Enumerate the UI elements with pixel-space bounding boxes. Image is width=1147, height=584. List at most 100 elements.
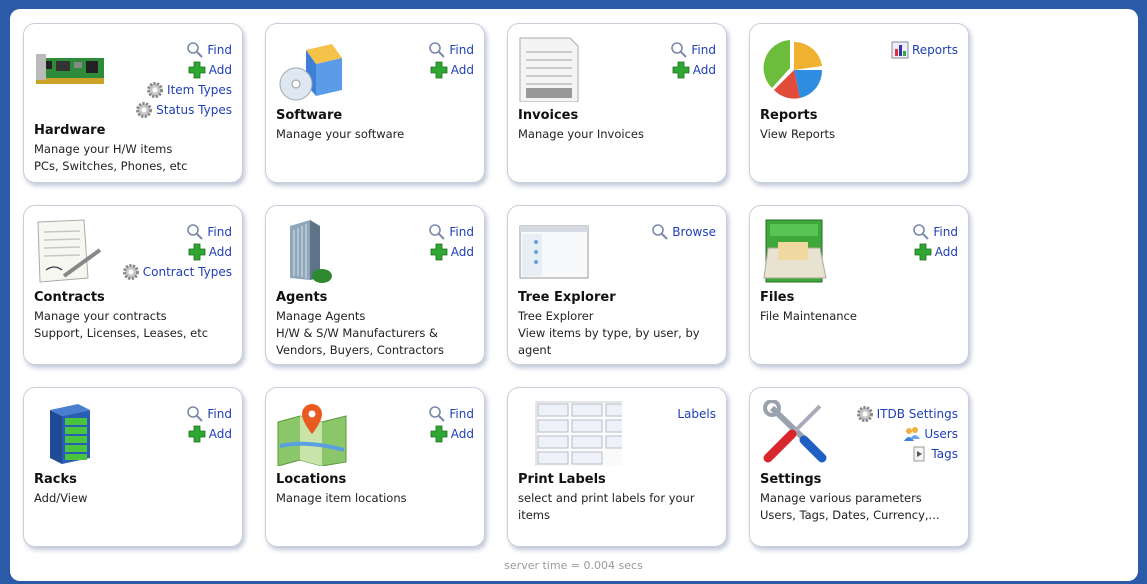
files-find-link[interactable]: Find — [912, 222, 958, 242]
add-label: Add — [692, 63, 716, 77]
card-description: View Reports — [760, 127, 836, 141]
software-find-link[interactable]: Find — [428, 40, 474, 60]
find-label: Find — [449, 225, 474, 239]
contract-document-icon[interactable] — [34, 218, 106, 284]
find-label: Find — [691, 43, 716, 57]
card-title[interactable]: Locations — [276, 472, 346, 487]
reports-link[interactable]: Reports — [891, 40, 958, 60]
tree-window-icon[interactable] — [518, 218, 590, 284]
magnifier-icon — [671, 42, 688, 58]
add-label: Add — [450, 427, 474, 441]
card-title[interactable]: Hardware — [34, 123, 105, 138]
contract-types-link[interactable]: Contract Types — [122, 262, 232, 282]
add-label: Add — [208, 245, 232, 259]
labels-link[interactable]: Labels — [677, 404, 716, 424]
find-label: Find — [207, 225, 232, 239]
magnifier-icon — [187, 406, 204, 422]
rack-icon[interactable] — [34, 400, 106, 466]
locations-add-link[interactable]: Add — [428, 424, 474, 444]
card-title[interactable]: Settings — [760, 472, 821, 487]
plus-icon — [672, 61, 690, 79]
card-description: Manage your H/W items PCs, Switches, Phon… — [34, 142, 188, 173]
card-title[interactable]: Files — [760, 290, 794, 305]
building-icon[interactable] — [276, 218, 348, 284]
browse-link[interactable]: Browse — [651, 222, 716, 242]
agents-find-link[interactable]: Find — [428, 222, 474, 242]
plus-icon — [430, 425, 448, 443]
bar-chart-icon — [891, 41, 909, 59]
magnifier-icon — [187, 224, 204, 240]
software-box-icon[interactable] — [276, 36, 348, 102]
card-title[interactable]: Contracts — [34, 290, 105, 305]
card-description: Add/View — [34, 491, 88, 505]
add-label: Add — [208, 63, 232, 77]
add-label: Add — [450, 245, 474, 259]
users-link[interactable]: Users — [856, 424, 958, 444]
tools-icon[interactable] — [760, 400, 832, 466]
card-agents: Find Add Agents Manage Agents H/W & S/W M… — [265, 205, 485, 365]
contract-types-label: Contract Types — [142, 265, 232, 279]
pie-chart-icon[interactable] — [760, 36, 832, 102]
tag-icon — [913, 446, 925, 462]
add-label: Add — [934, 245, 958, 259]
item-types-label: Item Types — [167, 83, 232, 97]
find-label: Find — [449, 407, 474, 421]
card-locations: Find Add Locations Manage item locations — [265, 387, 485, 547]
tags-label: Tags — [931, 447, 958, 461]
card-description: Manage your software — [276, 127, 405, 141]
card-title[interactable]: Agents — [276, 290, 327, 305]
card-settings: ITDB Settings Users Tags Settings Manage… — [749, 387, 969, 547]
magnifier-icon — [652, 224, 669, 240]
map-pin-icon[interactable] — [276, 400, 348, 466]
users-label: Users — [924, 427, 958, 441]
plus-icon — [430, 61, 448, 79]
racks-add-link[interactable]: Add — [186, 424, 232, 444]
hardware-item-types-link[interactable]: Item Types — [135, 80, 232, 100]
racks-find-link[interactable]: Find — [186, 404, 232, 424]
plus-icon — [188, 425, 206, 443]
card-title[interactable]: Invoices — [518, 108, 578, 123]
card-print-labels: Labels Print Labels select and print lab… — [507, 387, 727, 547]
card-title[interactable]: Reports — [760, 108, 817, 123]
card-racks: Find Add Racks Add/View — [23, 387, 243, 547]
gear-icon — [122, 264, 139, 280]
contracts-add-link[interactable]: Add — [122, 242, 232, 262]
hardware-find-link[interactable]: Find — [135, 40, 232, 60]
labels-label: Labels — [677, 407, 716, 421]
card-description: Manage your contracts Support, Licenses, … — [34, 309, 209, 340]
hardware-add-link[interactable]: Add — [135, 60, 232, 80]
locations-find-link[interactable]: Find — [428, 404, 474, 424]
label-sheet-icon[interactable] — [518, 400, 622, 466]
browse-label: Browse — [672, 225, 716, 239]
card-description: Tree Explorer View items by type, by user… — [518, 309, 700, 357]
find-label: Find — [449, 43, 474, 57]
magnifier-icon — [429, 224, 446, 240]
card-title[interactable]: Tree Explorer — [518, 290, 616, 305]
card-title[interactable]: Racks — [34, 472, 77, 487]
hardware-status-types-link[interactable]: Status Types — [135, 100, 232, 120]
card-tree-explorer: Browse Tree Explorer Tree Explorer View i… — [507, 205, 727, 365]
software-add-link[interactable]: Add — [428, 60, 474, 80]
tags-link[interactable]: Tags — [856, 444, 958, 464]
hardware-board-icon[interactable] — [34, 36, 106, 102]
card-invoices: Find Add Invoices Manage your Invoices — [507, 23, 727, 183]
contracts-find-link[interactable]: Find — [122, 222, 232, 242]
file-cabinet-icon[interactable] — [760, 218, 832, 284]
magnifier-icon — [913, 224, 930, 240]
reports-label: Reports — [911, 43, 958, 57]
find-label: Find — [207, 407, 232, 421]
add-label: Add — [208, 427, 232, 441]
files-add-link[interactable]: Add — [912, 242, 958, 262]
card-title[interactable]: Print Labels — [518, 472, 606, 487]
invoices-add-link[interactable]: Add — [670, 60, 716, 80]
agents-add-link[interactable]: Add — [428, 242, 474, 262]
find-label: Find — [207, 43, 232, 57]
invoice-document-icon[interactable] — [518, 36, 590, 102]
card-title[interactable]: Software — [276, 108, 342, 123]
invoices-find-link[interactable]: Find — [670, 40, 716, 60]
itdb-settings-link[interactable]: ITDB Settings — [856, 404, 958, 424]
gear-icon — [147, 82, 164, 98]
card-contracts: Find Add Contract Types Contracts Manage… — [23, 205, 243, 365]
plus-icon — [430, 243, 448, 261]
card-software: Find Add Software Manage your software — [265, 23, 485, 183]
